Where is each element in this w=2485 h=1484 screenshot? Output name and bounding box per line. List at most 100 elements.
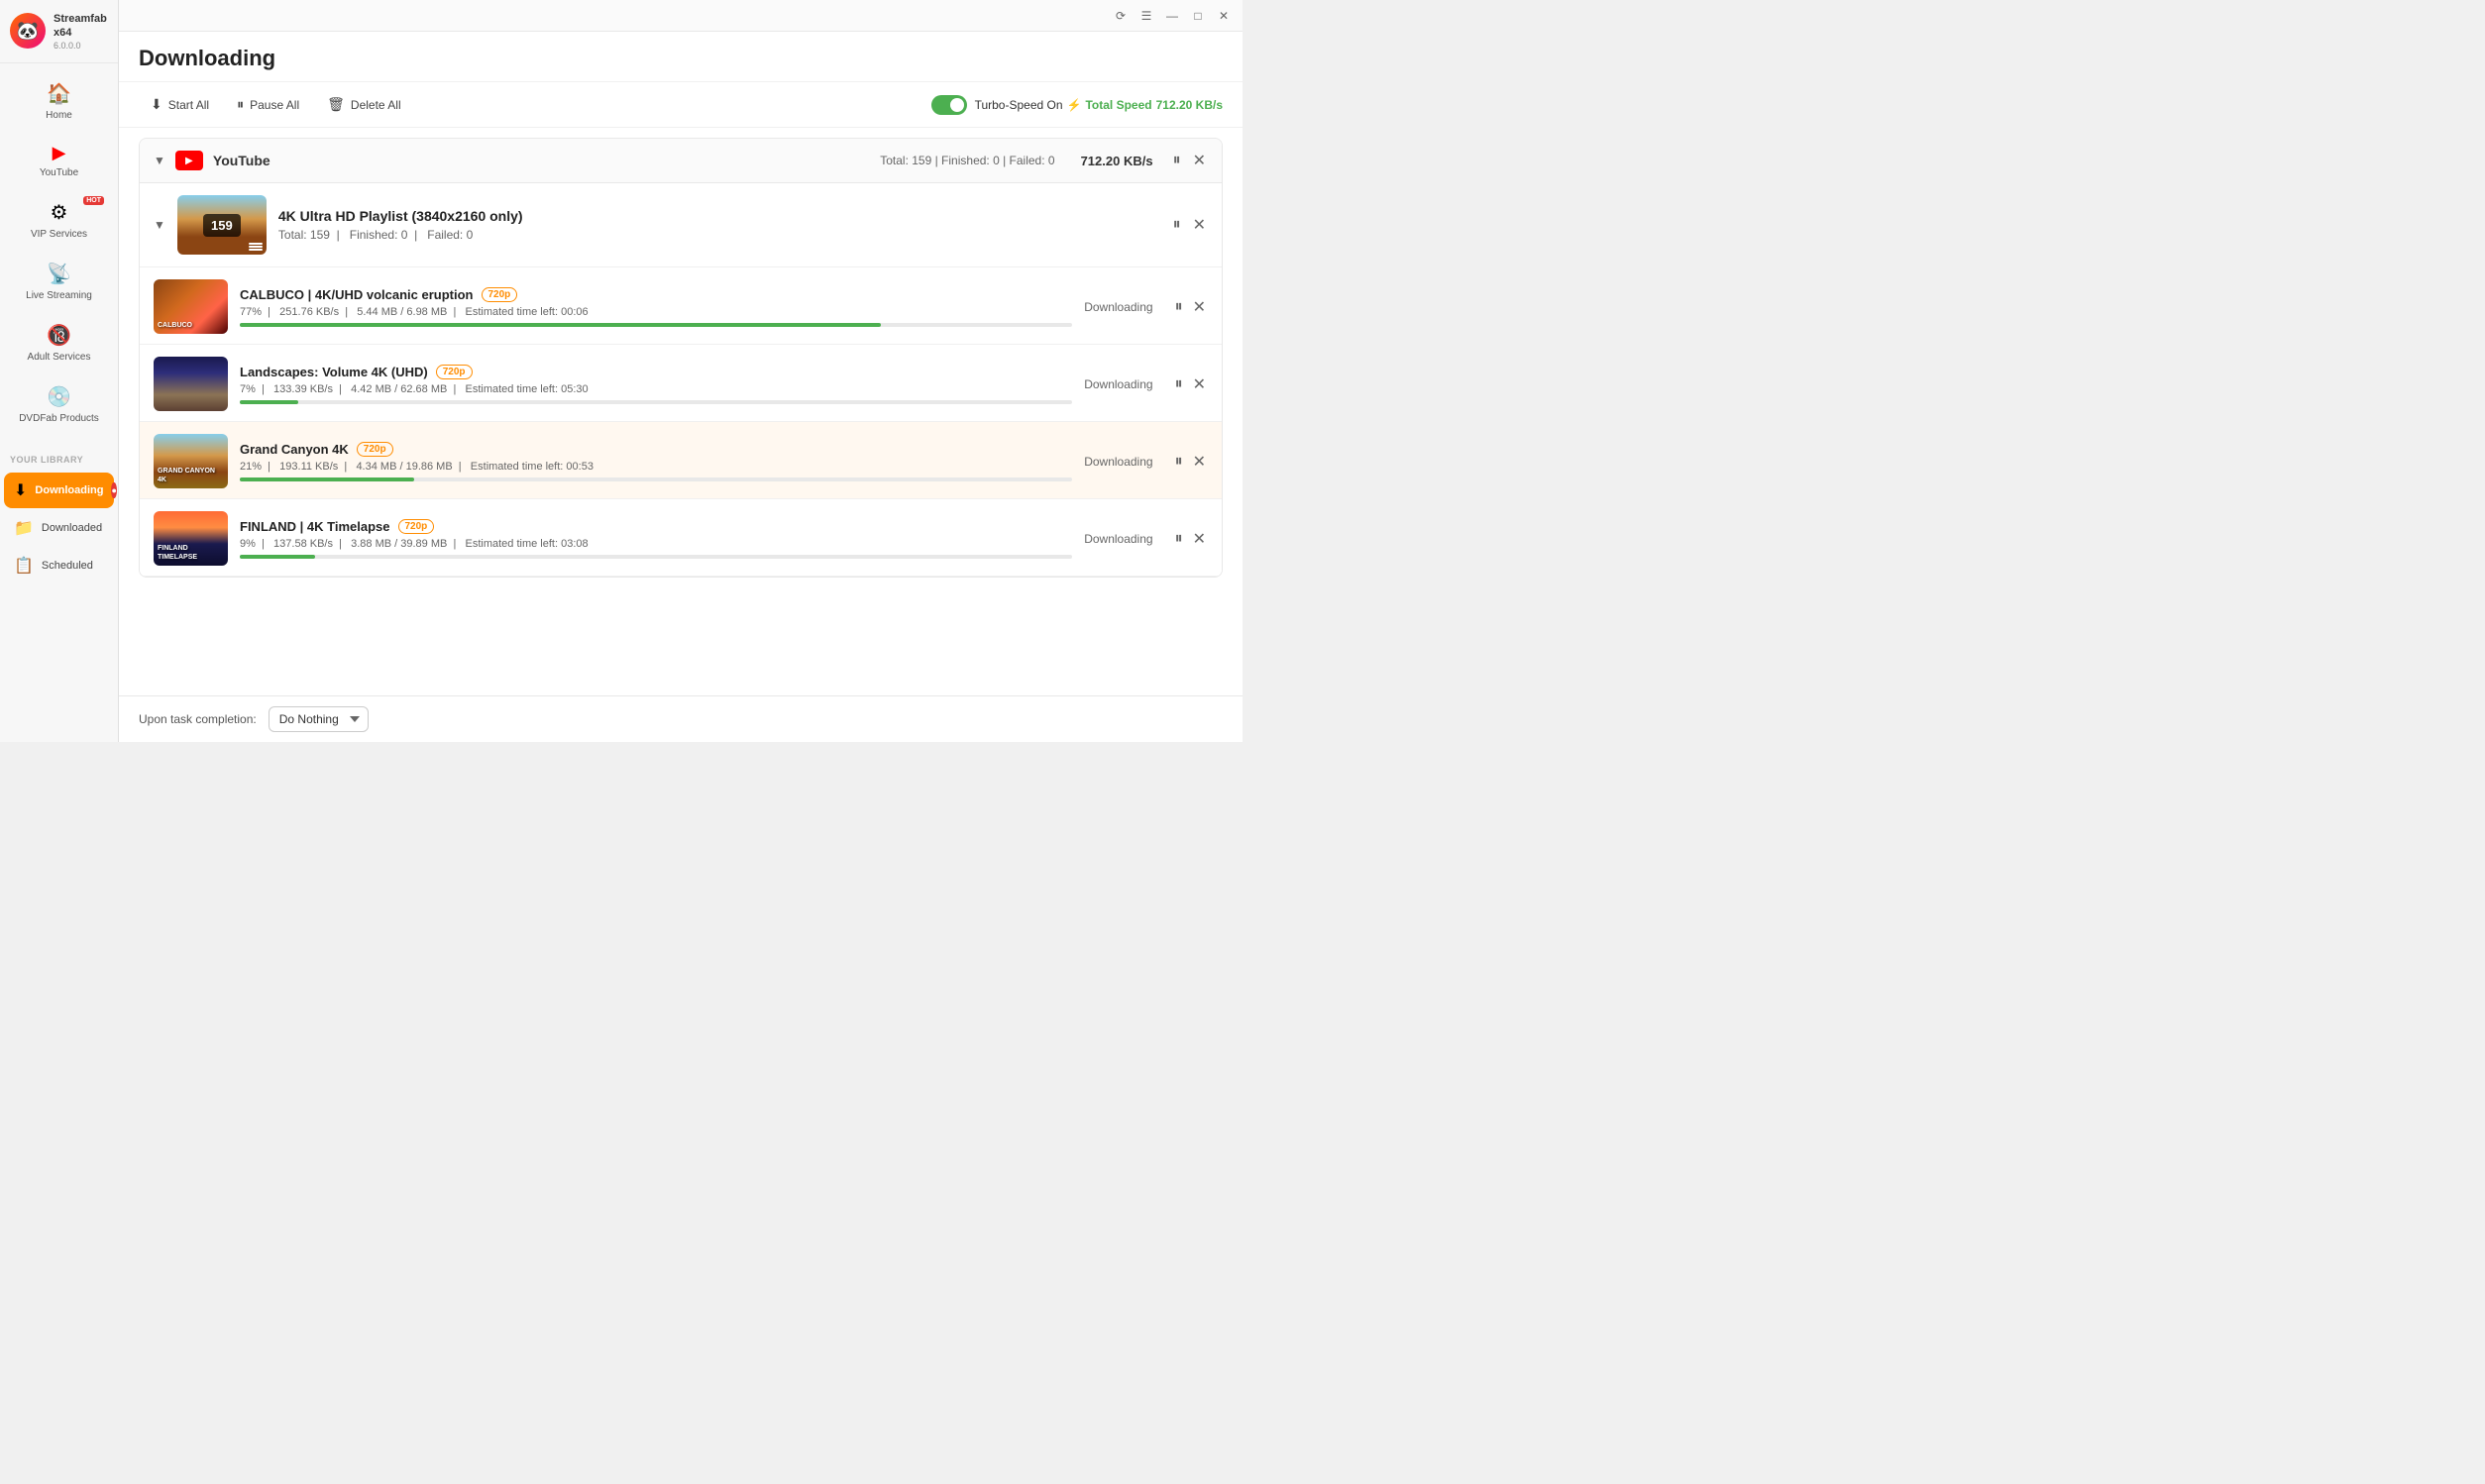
- library-label: YOUR LIBRARY: [10, 455, 83, 465]
- playlist-count-badge: 159: [203, 214, 241, 237]
- youtube-expand-chevron[interactable]: ▼: [154, 154, 165, 167]
- minimize-button[interactable]: —: [1161, 5, 1183, 27]
- playlist-stats: Total: 159 | Finished: 0 | Failed: 0: [278, 228, 1159, 242]
- livestream-icon: 📡: [47, 262, 71, 286]
- youtube-pause-button[interactable]: ⏸: [1171, 149, 1183, 172]
- item-info-landscapes: Landscapes: Volume 4K (UHD) 720p 7% | 13…: [240, 365, 1072, 404]
- item-status-grandcanyon: Downloading: [1084, 455, 1152, 469]
- download-item-landscapes: Landscapes: Volume 4K (UHD) 720p 7% | 13…: [140, 345, 1222, 422]
- bolt-icon: ⚡: [1067, 98, 1082, 112]
- turbo-toggle[interactable]: [931, 95, 967, 115]
- sidebar-item-adult[interactable]: 🔞 Adult Services: [6, 313, 112, 372]
- sidebar-item-downloaded[interactable]: 📁 Downloaded: [4, 510, 114, 546]
- item-progress-info-finland: 9% | 137.58 KB/s | 3.88 MB / 39.89 MB | …: [240, 538, 1072, 550]
- item-progress-info-landscapes: 7% | 133.39 KB/s | 4.42 MB / 62.68 MB | …: [240, 383, 1072, 395]
- sidebar-item-dvdfab[interactable]: 💿 DVDFab Products: [6, 374, 112, 434]
- progress-bar-fill-finland: [240, 555, 315, 559]
- adult-icon: 🔞: [47, 323, 71, 348]
- lib-item-label: Scheduled: [42, 560, 93, 572]
- maximize-button[interactable]: □: [1187, 5, 1209, 27]
- total-speed-value: 712.20 KB/s: [1156, 98, 1223, 112]
- main-content: ⟳ ☰ — □ ✕ Downloading ⬇ Start All ⏸ Paus…: [119, 0, 1242, 742]
- sidebar-item-livestream[interactable]: 📡 Live Streaming: [6, 252, 112, 311]
- pause-all-icon: ⏸: [237, 96, 244, 113]
- logo-area: 🐼 Streamfab x64 6.0.0.0: [0, 0, 118, 63]
- thumb-menu-icon: [249, 243, 263, 251]
- library-section: YOUR LIBRARY: [0, 442, 118, 472]
- item-thumbnail-grandcanyon: GRAND CANYON 4K: [154, 434, 228, 488]
- sidebar-item-downloading[interactable]: ⬇ Downloading ●: [4, 473, 114, 508]
- toggle-knob: [950, 98, 964, 112]
- playlist-thumbnail: 159: [177, 195, 267, 255]
- playlist-pause-button[interactable]: ⏸: [1171, 213, 1183, 237]
- downloading-count-badge: ●: [111, 482, 116, 498]
- youtube-section-header: ▼ YouTube Total: 159 | Finished: 0 | Fai…: [140, 139, 1222, 183]
- sidebar-item-label: DVDFab Products: [19, 413, 99, 424]
- quality-badge-calbuco: 720p: [482, 287, 518, 302]
- footer-label: Upon task completion:: [139, 712, 257, 726]
- downloading-icon: ⬇: [14, 480, 27, 500]
- item-thumbnail-landscapes: [154, 357, 228, 411]
- content-area: ▼ YouTube Total: 159 | Finished: 0 | Fai…: [119, 128, 1242, 695]
- restore-button[interactable]: ⟳: [1110, 5, 1132, 27]
- quality-badge-finland: 720p: [398, 519, 435, 534]
- youtube-close-button[interactable]: ✕: [1191, 149, 1208, 172]
- delete-all-button[interactable]: 🗑 Delete All: [315, 90, 412, 119]
- item-close-button-grandcanyon[interactable]: ✕: [1191, 450, 1208, 474]
- sidebar-item-scheduled[interactable]: 📋 Scheduled: [4, 548, 114, 583]
- sidebar-item-home[interactable]: 🏠 Home: [6, 71, 112, 131]
- vip-icon: ⚙: [51, 200, 68, 225]
- item-progress-info-calbuco: 77% | 251.76 KB/s | 5.44 MB / 6.98 MB | …: [240, 306, 1072, 318]
- sidebar: 🐼 Streamfab x64 6.0.0.0 🏠 Home ▶ YouTube…: [0, 0, 119, 742]
- quality-badge-grandcanyon: 720p: [357, 442, 393, 457]
- sidebar-item-vip[interactable]: ⚙ VIP Services HOT: [6, 190, 112, 250]
- item-pause-button-calbuco[interactable]: ⏸: [1173, 295, 1185, 319]
- item-close-button-landscapes[interactable]: ✕: [1191, 372, 1208, 396]
- playlist-expand-chevron[interactable]: ▼: [154, 218, 165, 232]
- progress-bar-bg-grandcanyon: [240, 477, 1072, 481]
- download-item-calbuco: CALBUCO CALBUCO | 4K/UHD volcanic erupti…: [140, 267, 1222, 345]
- item-close-button-calbuco[interactable]: ✕: [1191, 295, 1208, 319]
- downloaded-icon: 📁: [14, 518, 34, 538]
- footer: Upon task completion: Do Nothing Sleep S…: [119, 695, 1242, 742]
- youtube-section-title: YouTube: [213, 153, 270, 168]
- close-button[interactable]: ✕: [1213, 5, 1235, 27]
- delete-all-icon: 🗑: [327, 96, 345, 113]
- turbo-label: Turbo-Speed On: [975, 98, 1063, 112]
- app-logo-icon: 🐼: [10, 13, 46, 49]
- progress-bar-bg-landscapes: [240, 400, 1072, 404]
- sidebar-item-label: Home: [46, 110, 72, 121]
- titlebar: ⟳ ☰ — □ ✕: [119, 0, 1242, 32]
- lib-item-label: Downloaded: [42, 522, 102, 534]
- page-header: Downloading: [119, 32, 1242, 82]
- youtube-section-stats: Total: 159 | Finished: 0 | Failed: 0: [880, 154, 1054, 167]
- thumb-text-finland: FINLAND TIMELAPSE: [158, 545, 224, 562]
- item-thumbnail-calbuco: CALBUCO: [154, 279, 228, 334]
- delete-all-label: Delete All: [351, 98, 401, 112]
- progress-bar-fill-landscapes: [240, 400, 298, 404]
- progress-bar-bg-calbuco: [240, 323, 1072, 327]
- completion-action-select[interactable]: Do Nothing Sleep Shutdown Exit: [269, 706, 369, 732]
- menu-button[interactable]: ☰: [1135, 5, 1157, 27]
- scheduled-icon: 📋: [14, 556, 34, 576]
- playlist-close-button[interactable]: ✕: [1191, 213, 1208, 237]
- item-pause-button-landscapes[interactable]: ⏸: [1173, 372, 1185, 396]
- item-pause-button-finland[interactable]: ⏸: [1173, 527, 1185, 551]
- lib-item-label: Downloading: [35, 484, 103, 496]
- start-all-icon: ⬇: [151, 96, 162, 113]
- item-pause-button-grandcanyon[interactable]: ⏸: [1173, 450, 1185, 474]
- item-info-grandcanyon: Grand Canyon 4K 720p 21% | 193.11 KB/s |…: [240, 442, 1072, 481]
- app-version: 6.0.0.0: [54, 41, 108, 51]
- thumb-text-calbuco: CALBUCO: [158, 322, 224, 330]
- youtube-section: ▼ YouTube Total: 159 | Finished: 0 | Fai…: [139, 138, 1223, 578]
- turbo-area: Turbo-Speed On: [931, 95, 1063, 115]
- sidebar-item-youtube[interactable]: ▶ YouTube: [6, 133, 112, 188]
- sidebar-item-label: Live Streaming: [26, 290, 92, 301]
- item-status-finland: Downloading: [1084, 532, 1152, 546]
- start-all-button[interactable]: ⬇ Start All: [139, 90, 221, 119]
- item-info-finland: FINLAND | 4K Timelapse 720p 9% | 137.58 …: [240, 519, 1072, 559]
- pause-all-button[interactable]: ⏸ Pause All: [225, 90, 311, 119]
- item-close-button-finland[interactable]: ✕: [1191, 527, 1208, 551]
- quality-badge-landscapes: 720p: [436, 365, 473, 379]
- total-speed-display: ⚡ Total Speed 712.20 KB/s: [1067, 98, 1223, 112]
